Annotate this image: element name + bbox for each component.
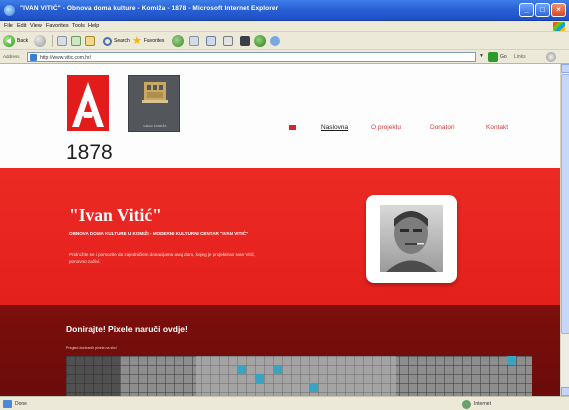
site-header: GRAD KOMIŽA 1878 Naslovna O projektu Don… bbox=[0, 64, 560, 168]
mosaic-label: Pregled doniranih pixela na slici bbox=[66, 346, 117, 350]
address-dropdown-icon[interactable]: ▼ bbox=[479, 53, 486, 61]
ie-logo-icon bbox=[4, 5, 15, 16]
refresh-button[interactable] bbox=[71, 35, 81, 47]
city-crest: GRAD KOMIŽA bbox=[128, 75, 180, 132]
nav-contact[interactable]: Kontakt bbox=[486, 124, 508, 131]
users-icon bbox=[270, 36, 280, 46]
edit-icon bbox=[240, 36, 250, 46]
mosaic-light-block bbox=[196, 356, 396, 396]
media-button[interactable] bbox=[172, 35, 184, 47]
maximize-button[interactable]: □ bbox=[535, 3, 550, 17]
links-button[interactable]: Links bbox=[514, 54, 526, 60]
favorites-star-icon: ★ bbox=[132, 35, 142, 47]
print-icon bbox=[223, 36, 233, 46]
internet-zone-icon bbox=[462, 400, 471, 409]
back-label: Back bbox=[17, 38, 29, 44]
history-icon bbox=[189, 36, 199, 46]
zone-text: Internet bbox=[474, 401, 491, 407]
donated-pixel[interactable] bbox=[255, 374, 264, 383]
address-url: http://www.vitic.com.hr/ bbox=[40, 54, 92, 61]
portrait-photo bbox=[380, 205, 443, 272]
messenger-button[interactable] bbox=[254, 35, 266, 47]
stop-icon bbox=[57, 36, 67, 46]
favorites-label: Favorites bbox=[143, 38, 165, 44]
donated-pixel[interactable] bbox=[237, 365, 246, 374]
donated-pixel[interactable] bbox=[507, 356, 516, 365]
mail-button[interactable] bbox=[206, 35, 216, 47]
site-logo[interactable] bbox=[67, 75, 109, 131]
donation-section: Donirajte! Pixele naruči ovdje! Pregled … bbox=[0, 305, 560, 396]
founding-year: 1878 bbox=[66, 141, 113, 164]
forward-button[interactable] bbox=[34, 35, 46, 47]
search-button[interactable]: Search bbox=[103, 35, 130, 47]
portrait-card bbox=[366, 195, 457, 283]
page-viewport: GRAD KOMIŽA 1878 Naslovna O projektu Don… bbox=[0, 64, 560, 396]
favorites-button[interactable]: ★ Favorites bbox=[132, 35, 164, 47]
address-input[interactable]: http://www.vitic.com.hr/ bbox=[27, 52, 476, 62]
search-label: Search bbox=[114, 38, 130, 44]
man-portrait-icon bbox=[386, 211, 437, 272]
page-status-icon bbox=[3, 400, 12, 408]
donated-pixel[interactable] bbox=[309, 383, 318, 392]
media-icon bbox=[172, 35, 184, 47]
mail-icon bbox=[206, 36, 216, 46]
back-arrow-icon bbox=[3, 35, 15, 47]
standard-toolbar: Back Search ★ Favorites bbox=[0, 32, 569, 50]
menu-file[interactable]: File bbox=[4, 23, 13, 29]
window-titlebar[interactable]: "IVAN VITIĆ" - Obnova doma kulture - Kom… bbox=[0, 0, 569, 21]
hero-subtitle: OBNOVA DOMA KULTURE U KOMIŽI - MODERNI K… bbox=[69, 231, 249, 236]
menu-edit[interactable]: Edit bbox=[17, 23, 26, 29]
stop-button[interactable] bbox=[57, 35, 67, 47]
go-arrow-icon[interactable] bbox=[488, 52, 498, 62]
status-text: Done bbox=[15, 401, 27, 407]
mosaic-dark-block bbox=[66, 356, 120, 396]
page-icon bbox=[30, 54, 37, 61]
extension-icon[interactable] bbox=[546, 52, 556, 62]
vertical-scrollbar[interactable] bbox=[560, 64, 569, 396]
search-icon bbox=[103, 36, 112, 46]
scroll-thumb[interactable] bbox=[561, 74, 569, 334]
menu-view[interactable]: View bbox=[30, 23, 42, 29]
nav-donors[interactable]: Donatori bbox=[430, 124, 455, 131]
home-icon bbox=[85, 36, 95, 46]
discuss-button[interactable] bbox=[270, 35, 280, 47]
go-button[interactable]: Go bbox=[500, 54, 507, 60]
hero-banner: "Ivan Vitić" OBNOVA DOMA KULTURE U KOMIŽ… bbox=[0, 168, 560, 305]
refresh-icon bbox=[71, 36, 81, 46]
scroll-up-icon[interactable] bbox=[561, 64, 569, 73]
history-button[interactable] bbox=[189, 35, 199, 47]
forward-arrow-icon bbox=[34, 35, 46, 47]
pixel-mosaic[interactable] bbox=[66, 356, 532, 396]
address-label: Address bbox=[3, 54, 20, 59]
hero-description: Pridružite se i pomozite da zajedničkim … bbox=[69, 252, 256, 264]
window-title: "IVAN VITIĆ" - Obnova doma kulture - Kom… bbox=[20, 5, 279, 12]
messenger-icon bbox=[254, 35, 266, 47]
address-bar: Address http://www.vitic.com.hr/ ▼ Go Li… bbox=[0, 50, 569, 64]
nav-home[interactable]: Naslovna bbox=[321, 124, 348, 131]
donated-pixel[interactable] bbox=[273, 365, 282, 374]
donate-heading[interactable]: Donirajte! Pixele naruči ovdje! bbox=[66, 324, 188, 334]
close-button[interactable]: × bbox=[551, 3, 566, 17]
menu-bar: File Edit View Favorites Tools Help bbox=[0, 21, 569, 32]
back-button[interactable]: Back bbox=[3, 35, 28, 47]
menu-help[interactable]: Help bbox=[88, 23, 99, 29]
minimize-button[interactable]: _ bbox=[519, 3, 534, 17]
windows-logo-icon bbox=[553, 22, 565, 31]
edit-button[interactable] bbox=[240, 35, 250, 47]
scroll-down-icon[interactable] bbox=[561, 387, 569, 396]
print-button[interactable] bbox=[223, 35, 233, 47]
status-bar: Done Internet bbox=[0, 396, 569, 410]
crest-building-icon bbox=[142, 82, 168, 103]
nav-about[interactable]: O projektu bbox=[371, 124, 401, 131]
letter-a-logo-icon bbox=[72, 82, 104, 127]
menu-tools[interactable]: Tools bbox=[72, 23, 85, 29]
hero-title: "Ivan Vitić" bbox=[69, 205, 162, 225]
crest-caption: GRAD KOMIŽA bbox=[143, 124, 167, 128]
home-button[interactable] bbox=[85, 35, 95, 47]
toolbar-separator bbox=[52, 35, 53, 47]
nav-marker-icon bbox=[289, 125, 296, 130]
menu-favorites[interactable]: Favorites bbox=[46, 23, 69, 29]
